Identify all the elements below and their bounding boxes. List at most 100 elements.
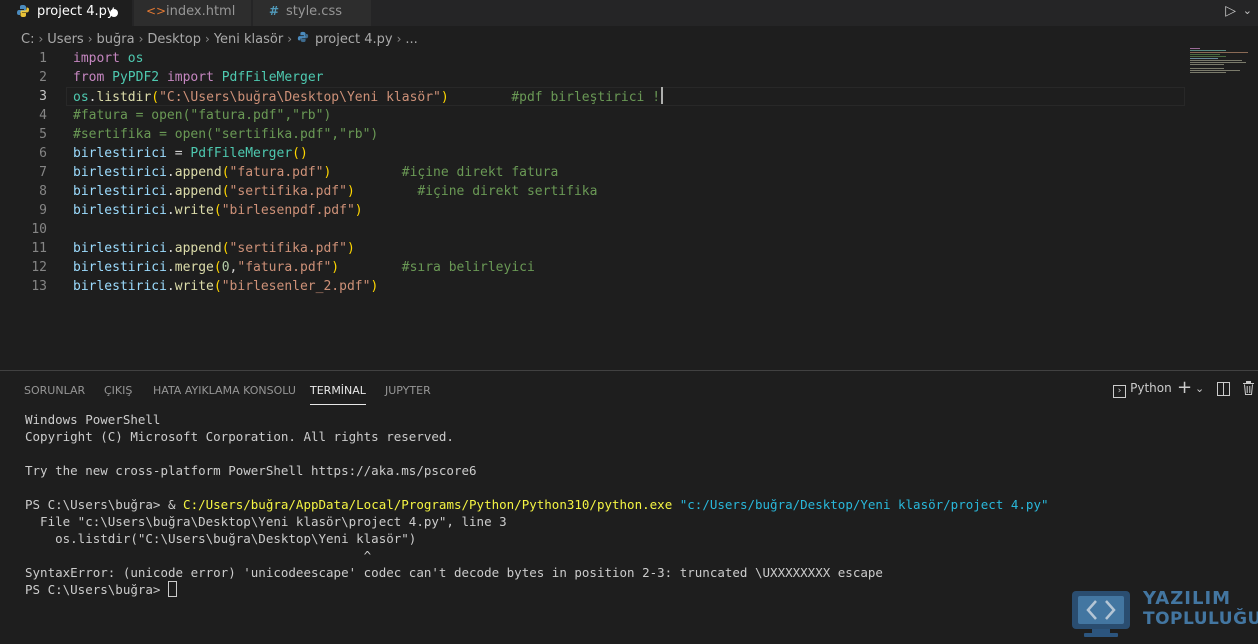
terminal-shell-selector[interactable]: › Python xyxy=(1113,381,1172,398)
module-name: PyPDF2 xyxy=(112,70,160,85)
tab-project-4-py[interactable]: project 4.py xyxy=(0,0,133,26)
string-literal: "sertifika.pdf" xyxy=(229,184,347,199)
code-line[interactable]: 9 birlestirici.write("birlesenpdf.pdf") xyxy=(0,201,1190,220)
bracket: ( xyxy=(221,241,230,256)
tab-style-css[interactable]: # style.css xyxy=(253,0,372,26)
breadcrumb-item[interactable]: project 4.py xyxy=(315,32,393,47)
traceback-line: File "c:\Users\buğra\Desktop\Yeni klasör… xyxy=(25,514,507,529)
module-name: os xyxy=(73,90,89,105)
breadcrumb-item[interactable]: ... xyxy=(405,32,417,47)
run-icon[interactable]: ▷ xyxy=(1225,3,1236,19)
unsaved-dot-icon[interactable] xyxy=(110,9,118,17)
new-terminal-icon[interactable]: + xyxy=(1177,377,1192,398)
terminal-line: Windows PowerShell xyxy=(25,412,161,427)
code-line[interactable]: 11 birlestirici.append("sertifika.pdf") xyxy=(0,239,1190,258)
terminal-icon: › xyxy=(1113,385,1126,398)
bracket: ) xyxy=(440,90,449,105)
punctuation: . xyxy=(166,203,175,218)
panel-tab-jupyter[interactable]: JUPYTER xyxy=(385,384,431,397)
punctuation: . xyxy=(166,279,175,294)
watermark-text: TOPLULUĞU xyxy=(1143,609,1258,629)
panel-tab-output[interactable]: ÇIKIŞ xyxy=(104,384,132,397)
minimap-line xyxy=(1190,48,1200,49)
code-line[interactable]: 12 birlestirici.merge(0,"fatura.pdf") #s… xyxy=(0,258,1190,277)
string-literal: "birlesenpdf.pdf" xyxy=(221,203,355,218)
terminal-line: Try the new cross-platform PowerShell ht… xyxy=(25,463,477,478)
minimap-line xyxy=(1190,70,1240,71)
code-line[interactable]: 13 birlestirici.write("birlesenler_2.pdf… xyxy=(0,277,1190,296)
code-line[interactable]: 7 birlestirici.append("fatura.pdf") #içi… xyxy=(0,163,1190,182)
keyword: import xyxy=(166,70,214,85)
code-editor[interactable]: 1 import os 2 from PyPDF2 import PdfFile… xyxy=(0,48,1258,370)
function-name: listdir xyxy=(96,90,152,105)
operator: = xyxy=(166,146,191,161)
split-terminal-icon[interactable] xyxy=(1217,382,1230,400)
line-number: 1 xyxy=(39,51,47,66)
panel-tab-debug-console[interactable]: HATA AYIKLAMA KONSOLU xyxy=(153,384,296,397)
breadcrumb-item[interactable]: Desktop xyxy=(147,32,201,47)
tab-label: index.html xyxy=(166,4,236,19)
chevron-down-icon[interactable]: ⌄ xyxy=(1195,382,1204,395)
minimap-line xyxy=(1190,50,1226,51)
code-line[interactable]: 2 from PyPDF2 import PdfFileMerger xyxy=(0,68,1190,87)
shell-label: Python xyxy=(1130,381,1172,395)
code-line[interactable]: 4 #fatura = open("fatura.pdf","rb") xyxy=(0,106,1190,125)
panel-tab-terminal[interactable]: TERMİNAL xyxy=(310,384,366,405)
minimap-line xyxy=(1190,54,1220,55)
prompt-text: PS C:\Users\buğra> xyxy=(25,582,168,597)
keyword: from xyxy=(73,70,105,85)
bracket: ) xyxy=(370,279,379,294)
css-icon: # xyxy=(268,4,280,18)
line-number: 3 xyxy=(39,89,47,104)
code-line[interactable]: 8 birlestirici.append("sertifika.pdf") #… xyxy=(0,182,1190,201)
prompt-text: PS C:\Users\buğra> & xyxy=(25,497,184,512)
code-line[interactable]: 1 import os xyxy=(0,49,1190,68)
bracket: () xyxy=(292,146,308,161)
code-line[interactable]: 6 birlestirici = PdfFileMerger() xyxy=(0,144,1190,163)
comment: #içine direkt fatura xyxy=(401,165,559,180)
chevron-down-icon[interactable]: ⌄ xyxy=(1243,4,1252,17)
code-line[interactable]: 10 xyxy=(0,220,1190,239)
module-name: os xyxy=(127,51,144,66)
comment: #sıra belirleyici xyxy=(401,260,535,275)
tab-label: project 4.py xyxy=(37,4,115,19)
breadcrumb-item[interactable]: Users xyxy=(47,32,83,47)
editor-tab-bar: project 4.py <> index.html # style.css ▷… xyxy=(0,0,1258,26)
panel-tab-problems[interactable]: SORUNLAR xyxy=(24,384,85,397)
function-name: write xyxy=(174,203,214,218)
bracket: ( xyxy=(213,279,222,294)
line-number: 5 xyxy=(39,127,47,142)
script-argument: "c:/Users/buğra/Desktop/Yeni klasör/proj… xyxy=(679,497,1049,512)
breadcrumb: C: › Users › buğra › Desktop › Yeni klas… xyxy=(20,30,419,48)
terminal-prompt[interactable]: PS C:\Users\buğra> xyxy=(25,581,177,598)
code-line[interactable]: 5 #sertifika = open("sertifika.pdf","rb"… xyxy=(0,125,1190,144)
line-number: 13 xyxy=(31,279,47,294)
comment: #fatura = open("fatura.pdf","rb") xyxy=(73,108,332,123)
comment: #pdf birleştirici ! xyxy=(511,90,661,105)
line-number: 12 xyxy=(31,260,47,275)
bracket: ( xyxy=(151,90,160,105)
class-name: PdfFileMerger xyxy=(221,70,324,85)
chevron-right-icon: › xyxy=(287,32,292,46)
python-icon xyxy=(297,31,309,47)
breadcrumb-item[interactable]: C: xyxy=(21,32,34,47)
minimap-line xyxy=(1190,72,1226,73)
breadcrumb-item[interactable]: buğra xyxy=(97,32,135,47)
line-number: 10 xyxy=(31,222,47,237)
tab-index-html[interactable]: <> index.html xyxy=(134,0,252,26)
variable-name: birlestirici xyxy=(73,279,167,294)
html-icon: <> xyxy=(146,4,167,18)
class-name: PdfFileMerger xyxy=(190,146,293,161)
minimap[interactable] xyxy=(1190,48,1250,88)
code-line-current[interactable]: 3 os.listdir("C:\Users\buğra\Desktop\Yen… xyxy=(0,87,1190,106)
bracket: ) xyxy=(331,260,340,275)
function-name: write xyxy=(174,279,214,294)
trash-icon[interactable] xyxy=(1242,381,1255,399)
breadcrumb-item[interactable]: Yeni klasör xyxy=(214,32,283,47)
traceback-caret: ^ xyxy=(25,548,372,563)
terminal-cursor xyxy=(168,581,177,597)
text-cursor xyxy=(661,87,664,104)
chevron-right-icon: › xyxy=(87,32,93,46)
minimap-line xyxy=(1190,68,1224,69)
minimap-line xyxy=(1190,60,1242,61)
